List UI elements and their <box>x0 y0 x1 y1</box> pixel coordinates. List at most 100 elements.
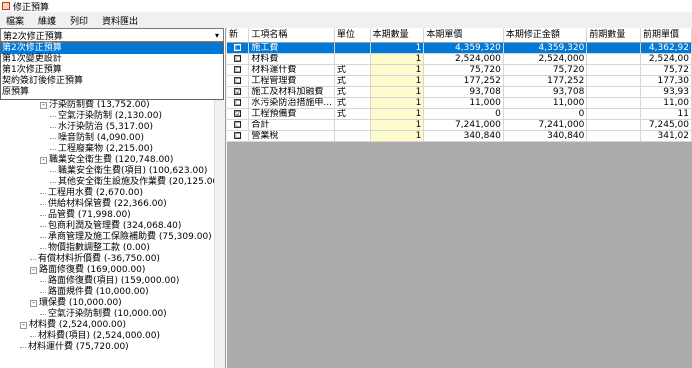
checkbox[interactable]: ☐ <box>234 65 241 73</box>
cell-price[interactable]: 340,840 <box>423 130 504 142</box>
grid-row[interactable]: ☐ 水污染防治措施申... 式 1 11,000 11,000 11,00 <box>227 97 692 109</box>
grid-row[interactable]: ☐ 營業稅 1 340,840 340,840 341,02 <box>227 130 692 142</box>
tree-node[interactable]: - 汙染防制費 (13,752.00) <box>40 100 150 111</box>
tree-node[interactable]: - 環保費 (10,000.00) <box>30 298 122 309</box>
col-current-price[interactable]: 本期單價 <box>423 28 504 43</box>
grid-row[interactable]: ☐ 材料費 1 2,524,000 2,524,000 2,524,00 <box>227 53 692 65</box>
tree-node[interactable]: 物價指數調整工款 (0.00) <box>40 243 150 254</box>
collapse-icon[interactable]: - <box>30 300 37 307</box>
cell-amt[interactable]: 177,252 <box>503 75 588 87</box>
cell-price[interactable]: 11,000 <box>423 97 504 109</box>
cell-amt[interactable]: 7,241,000 <box>503 119 588 131</box>
dropdown-option[interactable]: 第1次變更設計 <box>1 54 223 65</box>
tree-scrollbar[interactable] <box>214 100 225 368</box>
cell-qty[interactable]: 1 <box>370 42 425 54</box>
cell-qty[interactable]: 1 <box>370 53 425 65</box>
tree-node[interactable]: 工程用水費 (2,670.00) <box>40 188 143 199</box>
new-checkbox-cell[interactable]: ☐ <box>227 53 250 65</box>
cell-unit[interactable]: 式 <box>334 64 371 76</box>
tree-node[interactable]: 供給材料保管費 (22,366.00) <box>40 199 167 210</box>
cell-price[interactable]: 177,252 <box>423 75 504 87</box>
tree-node[interactable]: 材料費(項目) (2,524,000.00) <box>30 331 160 342</box>
checkbox[interactable]: ☐ <box>234 54 241 62</box>
tree-node[interactable]: 承商管理及施工保險補助費 (75,309.00) <box>40 232 212 243</box>
cell-price[interactable]: 75,720 <box>423 64 504 76</box>
cell-pprice[interactable]: 93,93 <box>640 86 692 98</box>
cell-pqty[interactable] <box>586 97 642 109</box>
cell-unit[interactable] <box>334 130 371 142</box>
cell-price[interactable]: 0 <box>423 108 504 120</box>
checkbox[interactable]: ☐ <box>234 43 241 51</box>
cell-qty[interactable]: 1 <box>370 97 425 109</box>
grid-row[interactable]: ☐ 合計 1 7,241,000 7,241,000 7,245,00 <box>227 119 692 131</box>
new-checkbox-cell[interactable]: ☑ <box>227 86 250 98</box>
tree-node[interactable]: 路面修復費(項目) (159,000.00) <box>40 276 179 287</box>
cell-name[interactable]: 水污染防治措施申... <box>248 97 335 109</box>
cell-unit[interactable]: 式 <box>334 86 371 98</box>
cell-name[interactable]: 工程管理費 <box>248 75 335 87</box>
col-current-qty[interactable]: 本期數量 <box>370 28 425 43</box>
cell-qty[interactable]: 1 <box>370 108 425 120</box>
cell-amt[interactable]: 4,359,320 <box>503 42 588 54</box>
cell-pprice[interactable]: 177,30 <box>640 75 692 87</box>
tree-node[interactable]: - 職業安全衛生費 (120,748.00) <box>40 155 173 166</box>
cell-unit[interactable]: 式 <box>334 75 371 87</box>
tree-node[interactable]: 工程廢棄物 (2,215.00) <box>50 144 153 155</box>
checkbox[interactable]: ☐ <box>234 76 241 84</box>
col-unit[interactable]: 單位 <box>334 28 371 43</box>
new-checkbox-cell[interactable]: ☑ <box>227 108 250 120</box>
cell-qty[interactable]: 1 <box>370 119 425 131</box>
checkbox[interactable]: ☐ <box>234 120 241 128</box>
tree-node[interactable]: 路面規件費 (10,000.00) <box>40 287 149 298</box>
checkbox[interactable]: ☑ <box>234 87 241 95</box>
cell-pprice[interactable]: 341,02 <box>640 130 692 142</box>
cell-price[interactable]: 2,524,000 <box>423 53 504 65</box>
col-item-name[interactable]: 工項名稱 <box>248 28 335 43</box>
cell-pprice[interactable]: 4,362,92 <box>640 42 692 54</box>
grid-row[interactable]: ☐ 施工費 1 4,359,320 4,359,320 4,362,92 <box>227 42 692 54</box>
cell-unit[interactable] <box>334 53 371 65</box>
tree-node[interactable]: 空氣汙染防制費 (10,000.00) <box>40 309 167 320</box>
collapse-icon[interactable]: - <box>40 157 47 164</box>
cell-pqty[interactable] <box>586 119 642 131</box>
cell-price[interactable]: 7,241,000 <box>423 119 504 131</box>
menu-export[interactable]: 資料匯出 <box>102 14 138 27</box>
dropdown-option[interactable]: 第1次修正預算 <box>1 65 223 76</box>
chevron-down-icon[interactable]: ▾ <box>211 29 223 41</box>
cell-name[interactable]: 材料費 <box>248 53 335 65</box>
cell-pprice[interactable]: 11,00 <box>640 97 692 109</box>
dropdown-option[interactable]: 第2次修正預算 <box>1 43 223 54</box>
checkbox[interactable]: ☐ <box>234 131 241 139</box>
menu-print[interactable]: 列印 <box>70 14 88 27</box>
grid-row[interactable]: ☐ 材料運什費式 1 75,720 75,720 75,72 <box>227 64 692 76</box>
tree-node[interactable]: - 材料費 (2,524,000.00) <box>20 320 126 331</box>
cell-pqty[interactable] <box>586 86 642 98</box>
tree-node[interactable]: 包商利潤及管理費 (324,068.40) <box>40 221 181 232</box>
collapse-icon[interactable]: - <box>20 322 27 329</box>
collapse-icon[interactable]: - <box>40 102 47 109</box>
col-prev-qty[interactable]: 前期數量 <box>586 28 642 43</box>
grid-row[interactable]: ☑ 施工及材料加融費式 1 93,708 93,708 93,93 <box>227 86 692 98</box>
cell-pqty[interactable] <box>586 64 642 76</box>
cell-qty[interactable]: 1 <box>370 64 425 76</box>
cell-name[interactable]: 施工及材料加融費 <box>248 86 335 98</box>
cell-price[interactable]: 4,359,320 <box>423 42 504 54</box>
cell-unit[interactable]: 式 <box>334 108 371 120</box>
cell-amt[interactable]: 11,000 <box>503 97 588 109</box>
cell-price[interactable]: 93,708 <box>423 86 504 98</box>
tree-node[interactable]: 職業安全衛生費(項目) (100,623.00) <box>50 166 207 177</box>
new-checkbox-cell[interactable]: ☐ <box>227 75 250 87</box>
cell-name[interactable]: 合計 <box>248 119 335 131</box>
cell-pqty[interactable] <box>586 108 642 120</box>
cell-name[interactable]: 材料運什費 <box>248 64 335 76</box>
cell-pprice[interactable]: 7,245,00 <box>640 119 692 131</box>
tree-node[interactable]: 空氣汙染防制 (2,130.00) <box>50 111 162 122</box>
cell-amt[interactable]: 2,524,000 <box>503 53 588 65</box>
col-current-amount[interactable]: 本期修正金額 <box>503 28 588 43</box>
col-new[interactable]: 新 <box>227 28 250 43</box>
tree-node[interactable]: - 路面修復費 (169,000.00) <box>30 265 145 276</box>
new-checkbox-cell[interactable]: ☐ <box>227 64 250 76</box>
cell-amt[interactable]: 75,720 <box>503 64 588 76</box>
cell-unit[interactable] <box>334 42 371 54</box>
cell-qty[interactable]: 1 <box>370 130 425 142</box>
